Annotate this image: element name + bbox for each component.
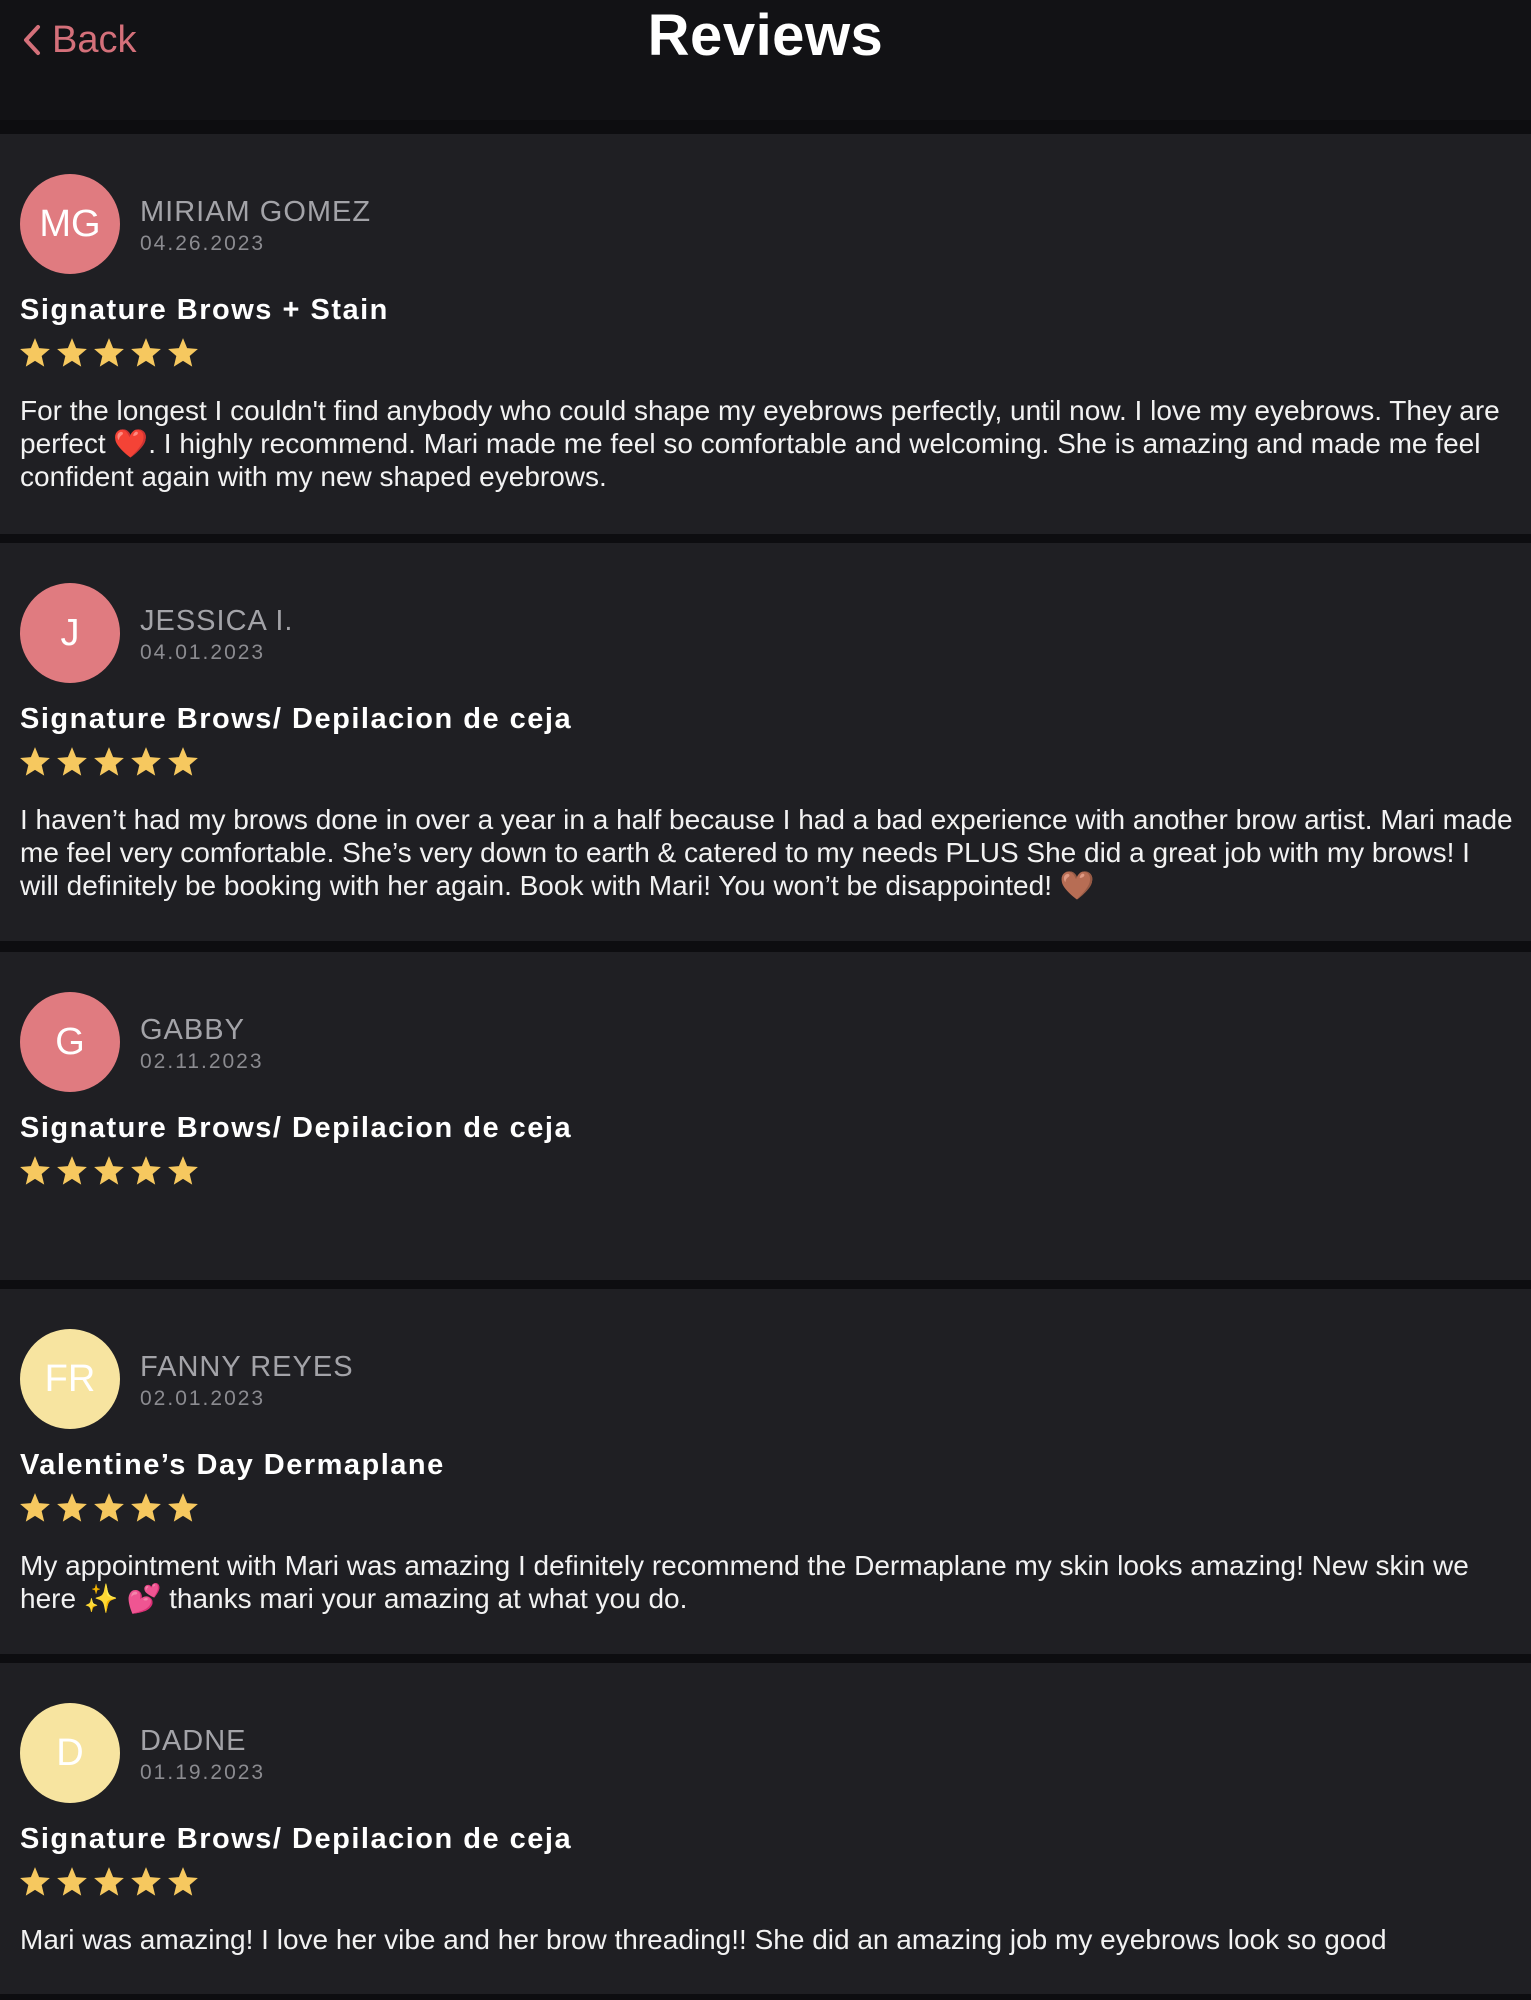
service-name: Signature Brows/ Depilacion de ceja [20,703,573,735]
star-rating [18,1154,200,1188]
star-rating [18,745,200,779]
service-name: Signature Brows/ Depilacion de ceja [20,1112,573,1144]
star-icon [168,1156,198,1185]
star-icon [20,338,50,367]
review-card: MG MIRIAM GOMEZ 04.26.2023 Signature Bro… [0,134,1531,534]
star-icon [131,1493,161,1522]
service-name: Signature Brows/ Depilacion de ceja [20,1823,573,1855]
review-card: G GABBY 02.11.2023 Signature Brows/ Depi… [0,952,1531,1280]
star-icon [94,338,124,367]
review-card: D DADNE 01.19.2023 Signature Brows/ Depi… [0,1663,1531,1994]
avatar: MG [20,174,120,274]
star-icon [20,1867,50,1896]
star-icon [94,1867,124,1896]
star-rating [18,1865,200,1899]
star-icon [131,1867,161,1896]
service-name: Signature Brows + Stain [20,294,389,326]
star-icon [131,1156,161,1185]
avatar: D [20,1703,120,1803]
star-icon [94,1493,124,1522]
service-name: Valentine’s Day Dermaplane [20,1449,445,1481]
nav-header: Back Reviews [0,0,1531,120]
star-icon [20,747,50,776]
star-icon [20,1493,50,1522]
avatar: J [20,583,120,683]
star-icon [57,1156,87,1185]
star-icon [57,747,87,776]
review-date: 02.11.2023 [140,1050,264,1073]
review-date: 04.01.2023 [140,641,266,664]
star-icon [57,1867,87,1896]
review-text: I haven’t had my brows done in over a ye… [20,804,1513,901]
star-icon [168,1493,198,1522]
star-icon [20,1156,50,1185]
avatar: FR [20,1329,120,1429]
star-icon [57,1493,87,1522]
star-icon [168,747,198,776]
reviewer-name: GABBY [140,1014,245,1046]
star-rating [18,1491,200,1525]
review-text: My appointment with Mari was amazing I d… [20,1550,1469,1614]
page-title: Reviews [647,3,884,68]
star-rating [18,336,200,370]
review-date: 02.01.2023 [140,1387,266,1410]
review-text: Mari was amazing! I love her vibe and he… [20,1924,1387,1955]
star-icon [168,1867,198,1896]
review-card: J JESSICA I. 04.01.2023 Signature Brows/… [0,543,1531,941]
star-icon [94,1156,124,1185]
reviewer-name: MIRIAM GOMEZ [140,196,372,228]
star-icon [131,747,161,776]
reviewer-name: DADNE [140,1725,247,1757]
review-text: For the longest I couldn't find anybody … [20,395,1500,492]
reviewer-name: FANNY REYES [140,1351,354,1383]
reviewer-name: JESSICA I. [140,605,294,637]
avatar: G [20,992,120,1092]
star-icon [131,338,161,367]
star-icon [94,747,124,776]
star-icon [168,338,198,367]
review-card: FR FANNY REYES 02.01.2023 Valentine’s Da… [0,1289,1531,1654]
review-date: 01.19.2023 [140,1761,266,1784]
star-icon [57,338,87,367]
review-date: 04.26.2023 [140,232,266,255]
